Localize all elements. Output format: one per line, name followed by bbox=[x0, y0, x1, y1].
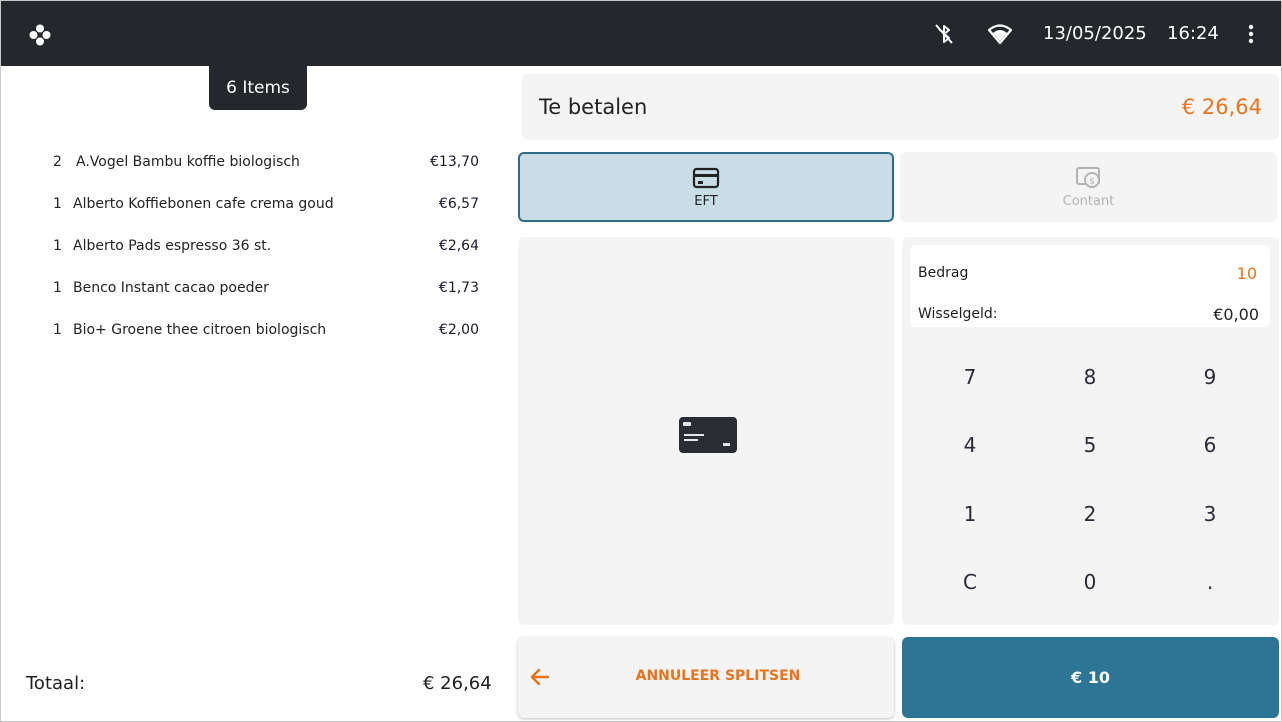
order-row-price: €6,57 bbox=[438, 196, 479, 212]
order-row-qty: 1 bbox=[53, 238, 62, 254]
keypad-key-8[interactable]: 8 bbox=[1040, 347, 1140, 407]
order-row-name: Alberto Koffiebonen cafe crema goud bbox=[73, 196, 334, 212]
total-label: Totaal: bbox=[26, 673, 86, 694]
bank-card-icon bbox=[679, 417, 737, 453]
bluetooth-off-icon bbox=[935, 24, 953, 44]
amount-label: Bedrag bbox=[918, 265, 969, 281]
amount-entry-box: Bedrag 10 Wisselgeld: €0,00 bbox=[910, 245, 1270, 327]
payment-method-eft[interactable]: EFT bbox=[518, 152, 894, 222]
order-row[interactable]: 1 Benco Instant cacao poeder €1,73 bbox=[41, 268, 491, 310]
keypad-key-9[interactable]: 9 bbox=[1160, 347, 1260, 407]
order-row-qty: 1 bbox=[53, 196, 62, 212]
order-row[interactable]: 1 Bio+ Groene thee citroen biologisch €2… bbox=[41, 310, 491, 352]
order-row-price: €2,00 bbox=[438, 322, 479, 338]
keypad-key-0[interactable]: 0 bbox=[1040, 552, 1140, 612]
keypad-panel: Bedrag 10 Wisselgeld: €0,00 7 8 9 4 5 6 … bbox=[902, 237, 1279, 625]
keypad-key-6[interactable]: 6 bbox=[1160, 415, 1260, 475]
pay-button[interactable]: € 10 bbox=[902, 637, 1279, 718]
card-payment-panel bbox=[518, 237, 894, 625]
order-row-name: Benco Instant cacao poeder bbox=[73, 280, 269, 296]
keypad-key-7[interactable]: 7 bbox=[920, 347, 1020, 407]
items-count-tab[interactable]: 6 Items bbox=[209, 66, 307, 110]
total-value: € 26,64 bbox=[423, 673, 492, 694]
amount-due-value: € 26,64 bbox=[1181, 95, 1262, 119]
more-vertical-icon[interactable] bbox=[1241, 22, 1261, 46]
svg-text:$: $ bbox=[1089, 177, 1095, 187]
keypad-key-5[interactable]: 5 bbox=[1040, 415, 1140, 475]
keypad-key-3[interactable]: 3 bbox=[1160, 484, 1260, 544]
keypad-key-1[interactable]: 1 bbox=[920, 484, 1020, 544]
keypad-key-decimal[interactable]: . bbox=[1160, 552, 1260, 612]
cash-icon: $ bbox=[1075, 166, 1100, 188]
change-value: €0,00 bbox=[1213, 305, 1259, 324]
cancel-split-label: ANNULEER SPLITSEN bbox=[635, 668, 801, 684]
keypad-key-2[interactable]: 2 bbox=[1040, 484, 1140, 544]
payment-method-cash-label: Contant bbox=[1062, 193, 1115, 209]
payment-method-cash[interactable]: $ Contant bbox=[900, 152, 1277, 222]
keypad-key-clear[interactable]: C bbox=[920, 552, 1020, 612]
order-row-name: A.Vogel Bambu koffie biologisch bbox=[76, 154, 300, 170]
order-row-name: Alberto Pads espresso 36 st. bbox=[73, 238, 272, 254]
amount-value[interactable]: 10 bbox=[1237, 264, 1257, 283]
order-row-price: €2,64 bbox=[438, 238, 479, 254]
wifi-icon bbox=[988, 24, 1012, 45]
pos-payment-screen: 13/05/2025 16:24 6 Items 2 A.Vogel Bambu… bbox=[0, 0, 1282, 722]
order-row[interactable]: 2 A.Vogel Bambu koffie biologisch €13,70 bbox=[41, 142, 491, 184]
order-row-price: €13,70 bbox=[430, 154, 479, 170]
order-row-name: Bio+ Groene thee citroen biologisch bbox=[73, 322, 327, 338]
order-list: 2 A.Vogel Bambu koffie biologisch €13,70… bbox=[41, 142, 491, 352]
order-row-qty: 1 bbox=[53, 280, 62, 296]
cancel-split-button[interactable]: ANNULEER SPLITSEN bbox=[518, 637, 894, 718]
order-row-price: €1,73 bbox=[438, 280, 479, 296]
change-label: Wisselgeld: bbox=[918, 306, 998, 322]
order-row[interactable]: 1 Alberto Koffiebonen cafe crema goud €6… bbox=[41, 184, 491, 226]
amount-due-box: Te betalen € 26,64 bbox=[522, 74, 1279, 140]
payment-method-eft-label: EFT bbox=[694, 193, 718, 209]
order-row-qty: 2 bbox=[53, 154, 62, 170]
credit-card-icon bbox=[692, 167, 720, 188]
keypad-key-4[interactable]: 4 bbox=[920, 415, 1020, 475]
flower-logo-icon[interactable] bbox=[29, 24, 51, 46]
order-row-qty: 1 bbox=[53, 322, 62, 338]
amount-due-label: Te betalen bbox=[539, 95, 648, 119]
date-display: 13/05/2025 bbox=[1043, 23, 1147, 44]
top-bar: 13/05/2025 16:24 bbox=[1, 1, 1281, 66]
order-row[interactable]: 1 Alberto Pads espresso 36 st. €2,64 bbox=[41, 226, 491, 268]
time-display: 16:24 bbox=[1167, 23, 1219, 44]
